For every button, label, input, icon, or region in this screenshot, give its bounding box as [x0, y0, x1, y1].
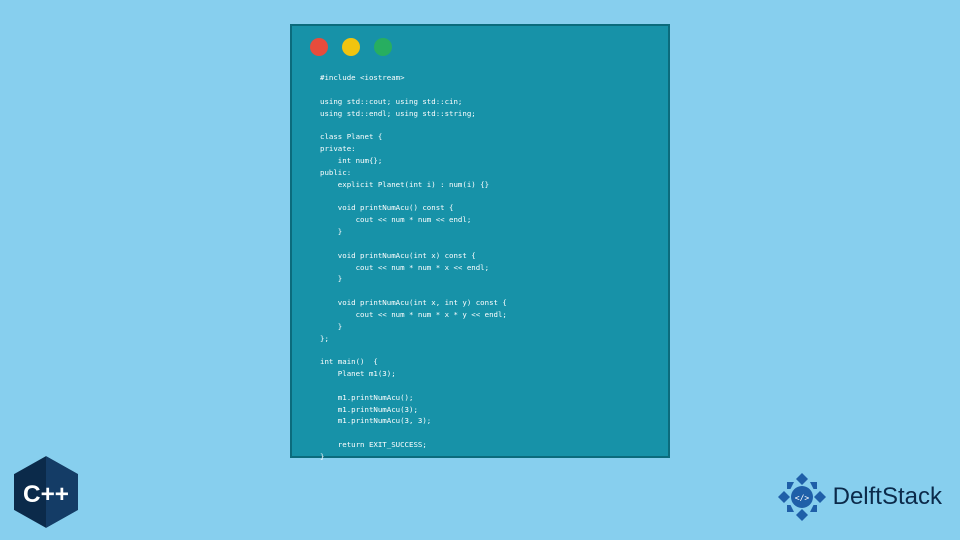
- delftstack-brand: </> DelftStack: [777, 472, 942, 522]
- code-body: #include <iostream> using std::cout; usi…: [292, 62, 668, 473]
- delftstack-logo-icon: </>: [777, 472, 827, 522]
- close-icon: [310, 38, 328, 56]
- code-window: #include <iostream> using std::cout; usi…: [290, 24, 670, 458]
- svg-text:</>: </>: [794, 494, 809, 503]
- cpp-logo-icon: C++: [14, 456, 78, 528]
- minimize-icon: [342, 38, 360, 56]
- maximize-icon: [374, 38, 392, 56]
- cpp-logo-label: C++: [23, 481, 69, 508]
- delftstack-text: DelftStack: [833, 483, 942, 511]
- window-traffic-lights: [292, 26, 668, 62]
